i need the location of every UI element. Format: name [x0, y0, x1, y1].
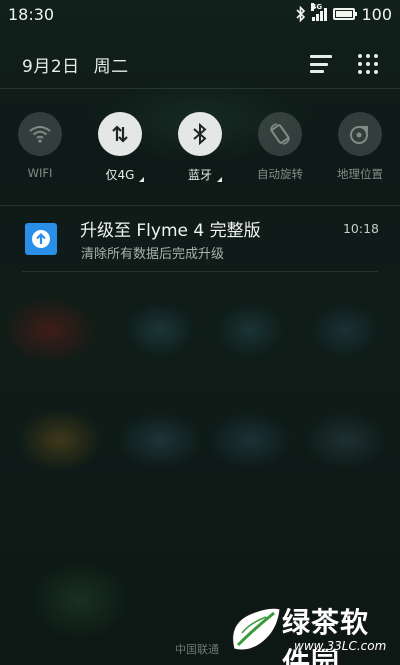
toggle-auto-rotate[interactable]: 自动旋转	[240, 112, 320, 183]
watermark-brand: 绿茶软件园	[282, 606, 370, 665]
notification-upgrade[interactable]: 升级至 Flyme 4 完整版 清除所有数据后完成升级 10:18	[0, 208, 400, 268]
shade-header: 9月2日 周二	[0, 44, 400, 84]
toggle-wifi-label: WIFI	[27, 166, 53, 180]
date-display: 9月2日 周二	[22, 52, 129, 77]
status-bar: 18:30 4G 100	[0, 0, 400, 28]
watermark: 绿茶软件园 www.33LC.com	[226, 601, 396, 665]
battery-level: 100	[361, 4, 392, 24]
wifi-icon	[18, 112, 62, 156]
notification-list-icon[interactable]	[310, 55, 332, 73]
network-type-label: 4G	[311, 2, 323, 11]
bluetooth-status-icon	[296, 6, 306, 22]
toggle-4g-only-label: 仅4G	[106, 166, 145, 183]
quick-toggles: WIFI 仅4G 蓝牙 自动旋转 地理位置	[0, 112, 400, 183]
toggle-bluetooth[interactable]: 蓝牙	[160, 112, 240, 183]
date-label: 9月2日	[22, 56, 80, 77]
data-transfer-icon	[98, 112, 142, 156]
notification-time: 10:18	[342, 221, 379, 236]
upgrade-arrow-icon	[25, 223, 57, 255]
toggle-4g-only[interactable]: 仅4G	[80, 112, 160, 183]
battery-icon	[333, 8, 358, 20]
watermark-url: www.33LC.com	[294, 639, 387, 653]
status-time: 18:30	[8, 4, 55, 24]
toggles-divider	[0, 205, 400, 206]
toggle-bluetooth-label: 蓝牙	[188, 166, 222, 183]
weekday-label: 周二	[93, 56, 129, 77]
toggle-menu-arrow-icon	[139, 177, 145, 182]
green-tea-logo-icon	[232, 607, 281, 651]
signal-icon: 4G	[311, 2, 328, 21]
carrier-label: 中国联通	[175, 643, 219, 656]
notification-title: 升级至 Flyme 4 完整版	[80, 221, 261, 241]
header-divider	[0, 88, 400, 89]
toggle-wifi[interactable]: WIFI	[0, 112, 80, 183]
toggle-location-label: 地理位置	[337, 167, 383, 181]
app-grid-icon[interactable]	[358, 54, 378, 74]
toggle-location[interactable]: 地理位置	[320, 112, 400, 183]
notification-subtitle: 清除所有数据后完成升级	[81, 247, 225, 262]
bluetooth-icon	[178, 112, 222, 156]
location-icon	[338, 112, 382, 156]
notification-divider	[22, 271, 378, 272]
status-icons: 4G 100	[296, 2, 392, 24]
toggle-menu-arrow-icon	[217, 177, 222, 182]
toggle-auto-rotate-label: 自动旋转	[257, 167, 303, 181]
auto-rotate-icon	[258, 112, 302, 156]
